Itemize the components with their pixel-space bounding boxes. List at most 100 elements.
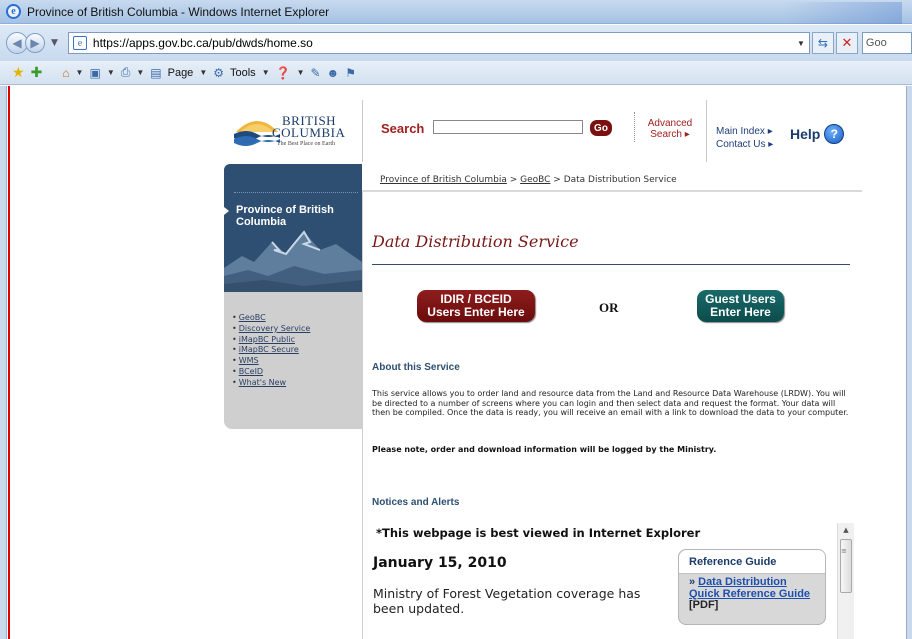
window-titlebar: e Province of British Columbia - Windows… bbox=[0, 0, 912, 24]
feeds-caret-icon[interactable]: ▼ bbox=[107, 68, 115, 77]
reference-guide-entry: » Data Distribution Quick Reference Guide… bbox=[689, 576, 819, 612]
logging-note: Please note, order and download informat… bbox=[372, 445, 717, 454]
logo-tagline: The Best Place on Earth bbox=[277, 141, 335, 147]
page-menu-icon: ▤ bbox=[150, 65, 162, 80]
address-dropdown-icon[interactable]: ▼ bbox=[797, 39, 805, 48]
browser-search-text: Goo bbox=[865, 37, 887, 49]
sidebar-link-imapbc-secure[interactable]: iMapBC Secure bbox=[239, 345, 299, 354]
reference-guide-link[interactable]: Data Distribution Quick Reference Guide bbox=[689, 576, 810, 600]
sidebar-link-whats-new[interactable]: What's New bbox=[239, 378, 286, 387]
addon-icon[interactable]: ⚑ bbox=[345, 66, 356, 80]
logo-line2: COLUMBIA bbox=[272, 125, 346, 140]
search-label: Search bbox=[381, 121, 425, 136]
tools-caret-icon[interactable]: ▼ bbox=[262, 68, 270, 77]
go-button[interactable]: Go bbox=[590, 120, 612, 136]
reference-guide-heading: Reference Guide bbox=[679, 550, 825, 574]
tools-menu[interactable]: Tools bbox=[230, 67, 256, 79]
page-title: Data Distribution Service bbox=[372, 232, 579, 251]
news-date: January 15, 2010 bbox=[373, 555, 507, 571]
reference-guide-pdf-label: [PDF] bbox=[689, 599, 719, 611]
sidebar-item-imapbc-secure: iMapBC Secure bbox=[232, 345, 310, 356]
site-search-input[interactable] bbox=[433, 120, 583, 134]
sidebar-link-bceid[interactable]: BCeID bbox=[239, 367, 263, 376]
bc-logo[interactable]: BRITISH COLUMBIA The Best Place on Earth bbox=[232, 108, 352, 154]
sidebar-link-wms[interactable]: WMS bbox=[239, 356, 259, 365]
messenger-icon[interactable]: ☻ bbox=[327, 66, 340, 80]
sidebar-link-imapbc-public[interactable]: iMapBC Public bbox=[239, 335, 295, 344]
search-divider bbox=[634, 112, 635, 142]
red-border-line bbox=[8, 86, 10, 639]
address-field[interactable]: e https://apps.gov.bc.ca/pub/dwds/home.s… bbox=[67, 32, 810, 54]
advanced-search-line1: Advanced bbox=[647, 118, 693, 129]
address-url[interactable]: https://apps.gov.bc.ca/pub/dwds/home.so bbox=[93, 36, 313, 50]
sidebar-item-discovery-service: Discovery Service bbox=[232, 324, 311, 335]
guest-users-button[interactable]: Guest Users Enter Here bbox=[697, 290, 784, 322]
page-menu[interactable]: Page bbox=[168, 67, 194, 79]
ie-logo-icon: e bbox=[6, 4, 21, 19]
idir-bceid-login-button[interactable]: IDIR / BCEID Users Enter Here bbox=[417, 290, 535, 322]
title-rule bbox=[372, 264, 850, 265]
breadcrumb-province[interactable]: Province of British Columbia bbox=[380, 175, 507, 185]
double-chevron-icon: » bbox=[689, 576, 696, 588]
help-caret-icon[interactable]: ▼ bbox=[297, 68, 305, 77]
window-frame-right bbox=[906, 86, 912, 639]
scrollbar-grip-icon: ≡ bbox=[841, 547, 847, 555]
help-menu-icon[interactable]: ❓ bbox=[276, 66, 291, 80]
feeds-icon[interactable]: ▣ bbox=[89, 66, 100, 80]
print-caret-icon[interactable]: ▼ bbox=[136, 68, 144, 77]
breadcrumb-current: Data Distribution Service bbox=[563, 175, 677, 185]
sidebar-link-discovery-service[interactable]: Discovery Service bbox=[239, 324, 311, 333]
sidebar-item-geobc: GeoBC bbox=[232, 313, 310, 324]
sidebar-item-bceid: BCeID bbox=[232, 367, 310, 378]
recent-pages-dropdown-icon[interactable]: ▼ bbox=[51, 38, 58, 48]
breadcrumb-separator: > bbox=[506, 175, 521, 185]
sidebar-dotted-rule bbox=[234, 192, 358, 193]
content-divider bbox=[362, 192, 363, 639]
titlebar-decoration bbox=[782, 2, 902, 24]
add-favorites-icon[interactable]: ✚ bbox=[31, 64, 43, 81]
address-toolbar: ◀ ▶ ▼ e https://apps.gov.bc.ca/pub/dwds/… bbox=[0, 25, 912, 61]
guest-button-line2: Enter Here bbox=[710, 305, 771, 319]
home-caret-icon[interactable]: ▼ bbox=[76, 68, 84, 77]
idir-button-line2: Users Enter Here bbox=[427, 305, 525, 319]
breadcrumb-geobc[interactable]: GeoBC bbox=[520, 175, 550, 185]
main-index-link[interactable]: Main Index ▸ bbox=[716, 125, 773, 138]
help-label: Help bbox=[790, 126, 821, 142]
favorites-star-icon[interactable]: ★ bbox=[12, 64, 25, 81]
sidebar-link-geobc[interactable]: GeoBC bbox=[239, 313, 266, 322]
sidebar-title[interactable]: Province of British Columbia bbox=[236, 204, 354, 228]
contact-us-link[interactable]: Contact Us ▸ bbox=[716, 138, 773, 151]
page-icon: e bbox=[72, 36, 87, 50]
scroll-up-arrow-icon[interactable]: ▲ bbox=[838, 523, 854, 537]
best-viewed-notice: *This webpage is best viewed in Internet… bbox=[376, 526, 701, 540]
header-divider bbox=[362, 100, 363, 162]
notices-scrollbar[interactable]: ▲ ≡ bbox=[837, 523, 854, 639]
advanced-search-link[interactable]: Advanced Search ▸ bbox=[645, 118, 695, 140]
window-frame-left bbox=[0, 86, 7, 639]
browser-search-input[interactable]: Goo bbox=[861, 32, 912, 54]
sidebar-active-arrow-icon bbox=[224, 207, 229, 215]
breadcrumb-separator: > bbox=[550, 175, 564, 185]
page-caret-icon[interactable]: ▼ bbox=[199, 68, 207, 77]
or-separator: OR bbox=[599, 300, 619, 315]
help-link[interactable]: Help ? bbox=[790, 124, 845, 144]
breadcrumb: Province of British Columbia > GeoBC > D… bbox=[380, 175, 677, 185]
sidebar-banner bbox=[224, 164, 362, 292]
sidebar-links: GeoBC Discovery Service iMapBC Public iM… bbox=[232, 313, 311, 389]
sidebar-item-imapbc-public: iMapBC Public bbox=[232, 335, 310, 346]
tools-gear-icon: ⚙ bbox=[213, 65, 224, 80]
reference-guide-box: Reference Guide » Data Distribution Quick… bbox=[678, 549, 826, 625]
header-divider-2 bbox=[706, 100, 707, 162]
forward-button[interactable]: ▶ bbox=[25, 33, 45, 53]
home-icon[interactable]: ⌂ bbox=[62, 66, 69, 80]
advanced-search-line2: Search ▸ bbox=[650, 129, 690, 140]
about-text: This service allows you to order land an… bbox=[372, 389, 849, 417]
news-body: Ministry of Forest Vegetation coverage h… bbox=[373, 586, 641, 616]
print-icon[interactable]: ⎙ bbox=[121, 65, 131, 80]
sidebar-item-whats-new: What's New bbox=[232, 378, 310, 389]
stop-icon[interactable]: ✕ bbox=[835, 32, 858, 54]
about-heading: About this Service bbox=[372, 362, 460, 373]
command-bar: ★ ✚ ⌂ ▼ ▣ ▼ ⎙ ▼ ▤ Page ▼ ⚙ Tools ▼ ❓ ▼ ✎… bbox=[0, 61, 912, 85]
refresh-icon[interactable]: ⇆ bbox=[811, 32, 834, 54]
research-icon[interactable]: ✎ bbox=[310, 66, 320, 80]
